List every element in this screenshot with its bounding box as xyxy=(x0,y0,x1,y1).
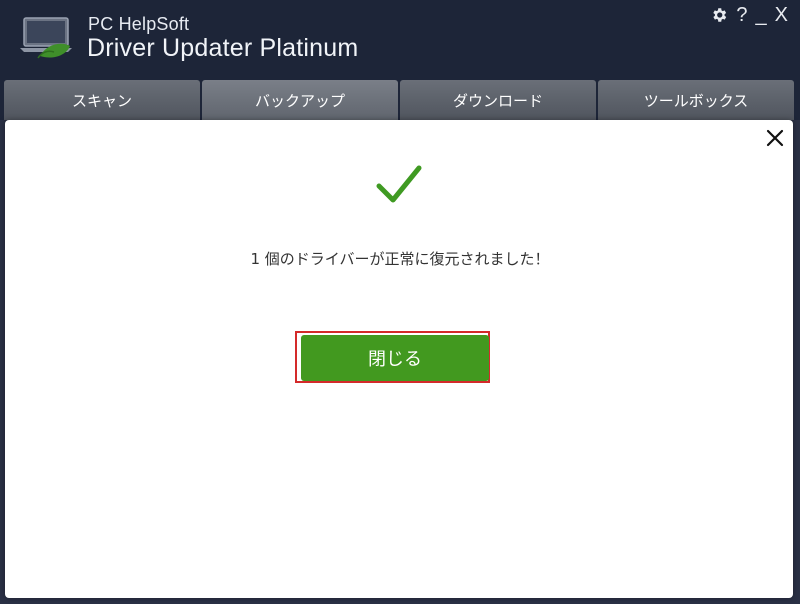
window-controls: ? _ X xyxy=(710,4,788,26)
tab-scan[interactable]: スキャン xyxy=(4,80,200,120)
main-tabs: スキャン バックアップ ダウンロード ツールボックス xyxy=(4,80,794,120)
tab-backup[interactable]: バックアップ xyxy=(202,80,398,120)
close-window-button[interactable]: X xyxy=(775,4,788,26)
gear-icon[interactable] xyxy=(710,6,728,24)
tab-download[interactable]: ダウンロード xyxy=(400,80,596,120)
close-button[interactable]: 閉じる xyxy=(301,335,489,381)
laptop-logo-icon xyxy=(20,17,72,59)
help-button[interactable]: ? xyxy=(736,4,747,26)
close-icon[interactable] xyxy=(763,126,787,150)
app-title: Driver Updater Platinum xyxy=(87,34,359,62)
app-window: PC HelpSoft Driver Updater Platinum ? _ … xyxy=(0,0,800,604)
tab-toolbox[interactable]: ツールボックス xyxy=(598,80,794,120)
brand-subtitle: PC HelpSoft xyxy=(88,14,190,34)
check-icon xyxy=(376,165,422,203)
minimize-button[interactable]: _ xyxy=(756,4,767,26)
success-message: 1 個のドライバーが正常に復元されました！ xyxy=(250,250,550,268)
